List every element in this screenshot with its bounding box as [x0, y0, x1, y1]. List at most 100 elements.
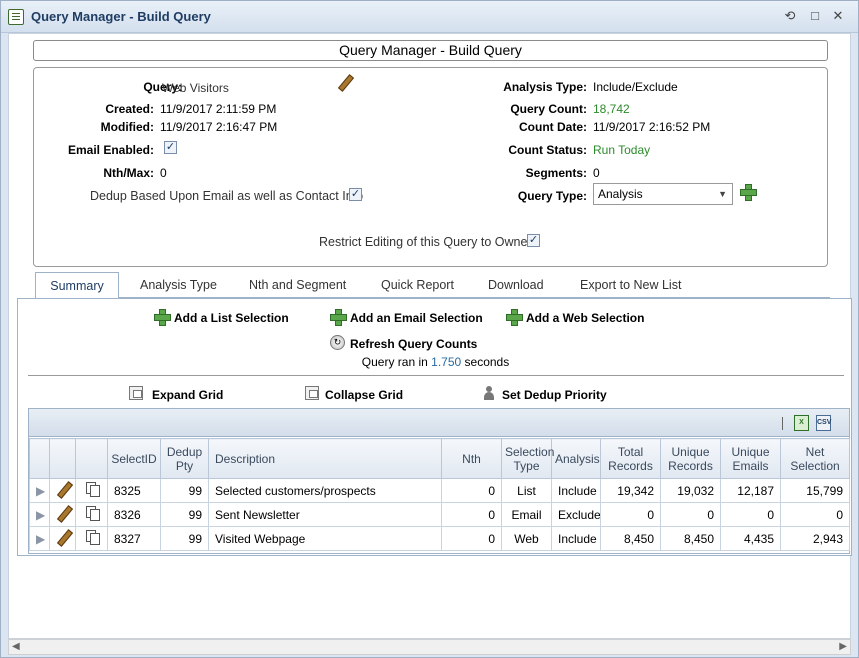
header-net-selection[interactable]: Net Selection — [780, 438, 850, 479]
cell-dedup: 99 — [160, 478, 209, 503]
cell-description: Selected customers/prospects — [208, 478, 442, 503]
horizontal-scrollbar[interactable]: ◀ ▶ — [8, 639, 851, 655]
edit-query-name-pencil-icon[interactable] — [338, 75, 352, 89]
segments-value: 0 — [593, 166, 600, 180]
refresh-query-counts-button[interactable]: Refresh Query Counts — [350, 337, 477, 351]
app-icon — [8, 9, 24, 25]
chevron-down-icon: ▼ — [718, 189, 727, 199]
cell-net: 15,799 — [780, 478, 850, 503]
tab-export-to-new-list[interactable]: Export to New List — [576, 272, 685, 298]
collapse-grid-button[interactable]: Collapse Grid — [325, 388, 403, 402]
restrict-editing-checkbox[interactable]: ✓ — [527, 234, 540, 247]
query-count-label: Query Count: — [510, 102, 587, 116]
divider — [28, 375, 844, 376]
add-email-plus-icon[interactable] — [330, 309, 347, 326]
tab-nth-and-segment[interactable]: Nth and Segment — [245, 272, 350, 298]
header-nth[interactable]: Nth — [441, 438, 502, 479]
segments-label: Segments: — [525, 166, 587, 180]
query-type-label: Query Type: — [517, 189, 587, 203]
ran-prefix: Query ran in — [361, 355, 432, 369]
collapse-grid-icon[interactable] — [305, 386, 319, 400]
dedup-checkbox[interactable]: ✓ — [349, 188, 362, 201]
table-row[interactable]: ▶ 8327 99 Visited Webpage 0 Web Include … — [29, 526, 850, 551]
maximize-icon[interactable]: □ — [807, 8, 823, 24]
copy-icon[interactable] — [85, 482, 100, 497]
cell-dedup: 99 — [160, 526, 209, 551]
copy-icon[interactable] — [85, 530, 100, 545]
edit-pencil-icon[interactable] — [56, 530, 70, 544]
header-description[interactable]: Description — [208, 438, 442, 479]
csv-export-icon[interactable]: CSV — [816, 415, 831, 431]
excel-export-icon[interactable]: X — [794, 415, 809, 431]
expand-column-header — [29, 438, 50, 479]
nthmax-value: 0 — [160, 166, 167, 180]
email-enabled-checkbox[interactable]: ✓ — [164, 141, 177, 154]
tab-summary[interactable]: Summary — [35, 272, 119, 299]
created-value: 11/9/2017 2:11:59 PM — [160, 102, 277, 116]
edit-pencil-icon[interactable] — [56, 482, 70, 496]
cell-analysis: Exclude — [551, 502, 601, 527]
restore-icon[interactable]: ⟲ — [782, 8, 798, 24]
row-expand-icon[interactable]: ▶ — [29, 526, 50, 551]
cell-total: 8,450 — [600, 526, 661, 551]
tab-download[interactable]: Download — [484, 272, 548, 298]
header-selectid[interactable]: SelectID — [107, 438, 161, 479]
query-info-panel: Query: Web Visitors Created: 11/9/2017 2… — [33, 67, 828, 267]
header-unique-emails[interactable]: Unique Emails — [720, 438, 781, 479]
row-expand-icon[interactable]: ▶ — [29, 478, 50, 503]
refresh-icon[interactable]: ↻ — [330, 335, 345, 350]
count-status-label: Count Status: — [508, 143, 587, 157]
copy-icon[interactable] — [85, 506, 100, 521]
table-row[interactable]: ▶ 8326 99 Sent Newsletter 0 Email Exclud… — [29, 502, 850, 527]
cell-selectid: 8327 — [107, 526, 161, 551]
tab-quick-report[interactable]: Quick Report — [377, 272, 458, 298]
cell-type: List — [501, 478, 552, 503]
expand-grid-button[interactable]: Expand Grid — [152, 388, 223, 402]
header-dedup-pty[interactable]: Dedup Pty — [160, 438, 209, 479]
email-enabled-label: Email Enabled: — [67, 143, 154, 157]
cell-unique: 8,450 — [660, 526, 721, 551]
query-type-select[interactable]: Analysis ▼ — [593, 183, 733, 205]
copy-column-header — [75, 438, 108, 479]
scroll-left-icon[interactable]: ◀ — [12, 641, 20, 652]
add-web-plus-icon[interactable] — [506, 309, 523, 326]
cell-net: 2,943 — [780, 526, 850, 551]
edit-pencil-icon[interactable] — [56, 506, 70, 520]
query-count-value: 18,742 — [593, 102, 630, 116]
close-icon[interactable]: ✕ — [830, 8, 846, 24]
cell-nth: 0 — [441, 526, 502, 551]
header-total-records[interactable]: Total Records — [600, 438, 661, 479]
analysis-type-label: Analysis Type: — [503, 80, 587, 94]
dedup-priority-person-icon[interactable] — [483, 386, 495, 400]
add-email-selection-button[interactable]: Add an Email Selection — [350, 311, 483, 325]
table-row[interactable]: ▶ 8325 99 Selected customers/prospects 0… — [29, 478, 850, 503]
row-expand-icon[interactable]: ▶ — [29, 502, 50, 527]
set-dedup-priority-button[interactable]: Set Dedup Priority — [502, 388, 607, 402]
summary-panel: Add a List Selection Add an Email Select… — [17, 298, 852, 556]
header-analysis[interactable]: Analysis — [551, 438, 601, 479]
add-web-selection-button[interactable]: Add a Web Selection — [526, 311, 644, 325]
cell-type: Email — [501, 502, 552, 527]
cell-dedup: 99 — [160, 502, 209, 527]
selections-table: SelectID Dedup Pty Description Nth Select… — [29, 438, 850, 551]
header-unique-records[interactable]: Unique Records — [660, 438, 721, 479]
count-date-label: Count Date: — [519, 120, 587, 134]
cell-unique-emails: 12,187 — [720, 478, 781, 503]
scroll-right-icon[interactable]: ▶ — [839, 641, 847, 652]
cell-nth: 0 — [441, 502, 502, 527]
add-list-selection-button[interactable]: Add a List Selection — [174, 311, 289, 325]
tab-analysis-type[interactable]: Analysis Type — [136, 272, 221, 298]
add-query-type-plus-icon[interactable] — [740, 184, 757, 201]
add-list-plus-icon[interactable] — [154, 309, 171, 326]
cell-nth: 0 — [441, 478, 502, 503]
cell-unique: 0 — [660, 502, 721, 527]
grid-toolbar: X CSV — [29, 409, 849, 437]
expand-grid-icon[interactable] — [129, 386, 143, 400]
ran-time-value: 1.750 — [431, 355, 462, 369]
content-area: Query Manager - Build Query Query: Web V… — [8, 33, 852, 639]
header-selection-type[interactable]: Selection Type — [501, 438, 554, 479]
dedup-label: Dedup Based Upon Email as well as Contac… — [90, 189, 364, 203]
selections-grid: X CSV SelectID Dedup Pty Description Nth… — [28, 408, 850, 554]
query-run-time-text: Query ran in 1.750 seconds — [18, 355, 853, 369]
cell-analysis: Include — [551, 526, 601, 551]
